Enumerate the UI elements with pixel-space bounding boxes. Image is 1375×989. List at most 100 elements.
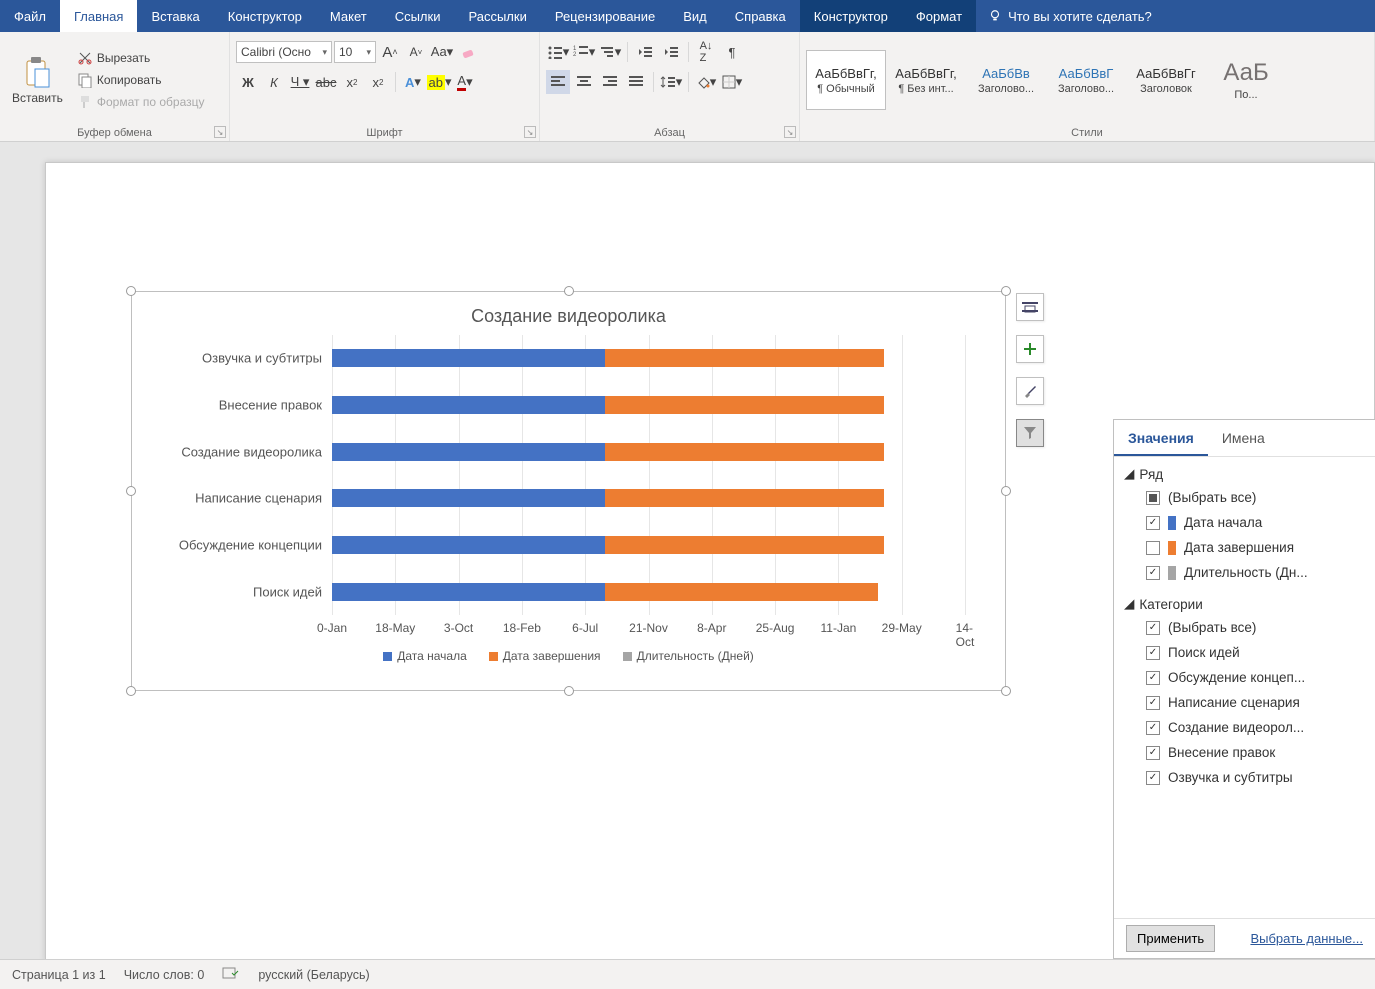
justify-button[interactable] <box>624 70 648 94</box>
tab-layout[interactable]: Макет <box>316 0 381 32</box>
shrink-font-button[interactable]: A˅ <box>404 40 428 64</box>
filter-series-select-all[interactable]: (Выбрать все) <box>1124 485 1365 510</box>
text-effects-button[interactable]: A▾ <box>401 70 425 94</box>
paste-button[interactable]: Вставить <box>6 53 69 107</box>
indent-button[interactable] <box>659 40 683 64</box>
align-center-button[interactable] <box>572 70 596 94</box>
tab-review[interactable]: Рецензирование <box>541 0 669 32</box>
resize-handle[interactable] <box>564 686 574 696</box>
clear-format-button[interactable] <box>456 40 480 64</box>
legend-item[interactable]: Длительность (Дней) <box>623 649 754 663</box>
style-item[interactable]: АаБбВвГЗаголово... <box>1046 50 1126 110</box>
outdent-button[interactable] <box>633 40 657 64</box>
show-marks-button[interactable]: ¶ <box>720 40 744 64</box>
status-word-count[interactable]: Число слов: 0 <box>124 968 205 982</box>
copy-button[interactable]: Копировать <box>73 70 209 90</box>
align-left-button[interactable] <box>546 70 570 94</box>
resize-handle[interactable] <box>126 286 136 296</box>
filter-category-item[interactable]: ✓Написание сценария <box>1124 690 1365 715</box>
style-item[interactable]: АаБПо... <box>1206 50 1286 110</box>
tab-mailings[interactable]: Рассылки <box>454 0 540 32</box>
filter-category-item[interactable]: ✓(Выбрать все) <box>1124 615 1365 640</box>
status-language[interactable]: русский (Беларусь) <box>258 968 369 982</box>
style-item[interactable]: АаБбВвГгЗаголовок <box>1126 50 1206 110</box>
filter-category-item[interactable]: ✓Озвучка и субтитры <box>1124 765 1365 790</box>
chart-bar[interactable] <box>332 349 884 367</box>
status-page[interactable]: Страница 1 из 1 <box>12 968 106 982</box>
tell-me[interactable]: Что вы хотите сделать? <box>976 0 1164 32</box>
legend-item[interactable]: Дата завершения <box>489 649 601 663</box>
chart-filters-button[interactable] <box>1016 419 1044 447</box>
tab-home[interactable]: Главная <box>60 0 137 32</box>
resize-handle[interactable] <box>1001 686 1011 696</box>
tab-design[interactable]: Конструктор <box>214 0 316 32</box>
font-color-button[interactable]: A▾ <box>453 70 477 94</box>
filter-series-item[interactable]: ✓Дата начала <box>1124 510 1365 535</box>
borders-button[interactable]: ▾ <box>720 70 744 94</box>
tab-insert[interactable]: Вставка <box>137 0 213 32</box>
resize-handle[interactable] <box>126 486 136 496</box>
tab-help[interactable]: Справка <box>721 0 800 32</box>
chart-styles-button[interactable] <box>1016 377 1044 405</box>
chart-bar[interactable] <box>332 489 884 507</box>
filter-series-item[interactable]: Дата завершения <box>1124 535 1365 560</box>
multilevel-button[interactable]: ▾ <box>598 40 622 64</box>
grow-font-button[interactable]: A˄ <box>378 40 402 64</box>
chart-plot-area[interactable]: Озвучка и субтитрыВнесение правокСоздани… <box>332 335 965 615</box>
highlight-button[interactable]: ab▾ <box>427 70 451 94</box>
change-case-button[interactable]: Aa▾ <box>430 40 454 64</box>
filter-category-item[interactable]: ✓Внесение правок <box>1124 740 1365 765</box>
bullets-button[interactable]: ▾ <box>546 40 570 64</box>
filter-category-item[interactable]: ✓Поиск идей <box>1124 640 1365 665</box>
select-data-link[interactable]: Выбрать данные... <box>1250 931 1363 946</box>
underline-button[interactable]: Ч ▾ <box>288 70 312 94</box>
italic-button[interactable]: К <box>262 70 286 94</box>
chart-bar[interactable] <box>332 536 884 554</box>
cut-button[interactable]: Вырезать <box>73 48 209 68</box>
subscript-button[interactable]: x2 <box>340 70 364 94</box>
style-item[interactable]: АаБбВвГг,¶ Без инт... <box>886 50 966 110</box>
apply-button[interactable]: Применить <box>1126 925 1215 952</box>
font-size-combo[interactable]: 10▾ <box>334 41 376 63</box>
resize-handle[interactable] <box>564 286 574 296</box>
paragraph-dialog-launcher[interactable]: ↘ <box>784 126 796 138</box>
chart-bar[interactable] <box>332 396 884 414</box>
bold-button[interactable]: Ж <box>236 70 260 94</box>
layout-options-button[interactable] <box>1016 293 1044 321</box>
numbering-button[interactable]: 12▾ <box>572 40 596 64</box>
clipboard-dialog-launcher[interactable]: ↘ <box>214 126 226 138</box>
align-right-button[interactable] <box>598 70 622 94</box>
style-item[interactable]: АаБбВвЗаголово... <box>966 50 1046 110</box>
resize-handle[interactable] <box>1001 286 1011 296</box>
line-spacing-button[interactable]: ▾ <box>659 70 683 94</box>
format-painter-button[interactable]: Формат по образцу <box>73 92 209 112</box>
spellcheck-icon[interactable] <box>222 966 240 983</box>
sort-button[interactable]: A↓Z <box>694 40 718 64</box>
resize-handle[interactable] <box>1001 486 1011 496</box>
tab-chart-design[interactable]: Конструктор <box>800 0 902 32</box>
chart-object[interactable]: Создание видеоролика Озвучка и субтитрыВ… <box>131 291 1006 691</box>
filter-series-item[interactable]: ✓Длительность (Дн... <box>1124 560 1365 585</box>
font-dialog-launcher[interactable]: ↘ <box>524 126 536 138</box>
chart-bar[interactable] <box>332 583 878 601</box>
chart-elements-button[interactable] <box>1016 335 1044 363</box>
filter-category-item[interactable]: ✓Обсуждение концеп... <box>1124 665 1365 690</box>
font-name-combo[interactable]: Calibri (Осно▾ <box>236 41 332 63</box>
filter-tab-values[interactable]: Значения <box>1114 420 1208 456</box>
chart-legend[interactable]: Дата начала Дата завершения Длительность (… <box>132 649 1005 663</box>
filter-category-item[interactable]: ✓Создание видеорол... <box>1124 715 1365 740</box>
chart-title[interactable]: Создание видеоролика <box>132 292 1005 335</box>
filter-categories-header[interactable]: ◢Категории <box>1124 593 1365 615</box>
tab-view[interactable]: Вид <box>669 0 721 32</box>
filter-series-header[interactable]: ◢Ряд <box>1124 463 1365 485</box>
tab-references[interactable]: Ссылки <box>381 0 455 32</box>
chart-bar[interactable] <box>332 443 884 461</box>
resize-handle[interactable] <box>126 686 136 696</box>
filter-tab-names[interactable]: Имена <box>1208 420 1279 456</box>
legend-item[interactable]: Дата начала <box>383 649 467 663</box>
shading-button[interactable]: ▾ <box>694 70 718 94</box>
tab-chart-format[interactable]: Формат <box>902 0 976 32</box>
superscript-button[interactable]: x2 <box>366 70 390 94</box>
style-item[interactable]: АаБбВвГг,¶ Обычный <box>806 50 886 110</box>
strike-button[interactable]: abc <box>314 70 338 94</box>
